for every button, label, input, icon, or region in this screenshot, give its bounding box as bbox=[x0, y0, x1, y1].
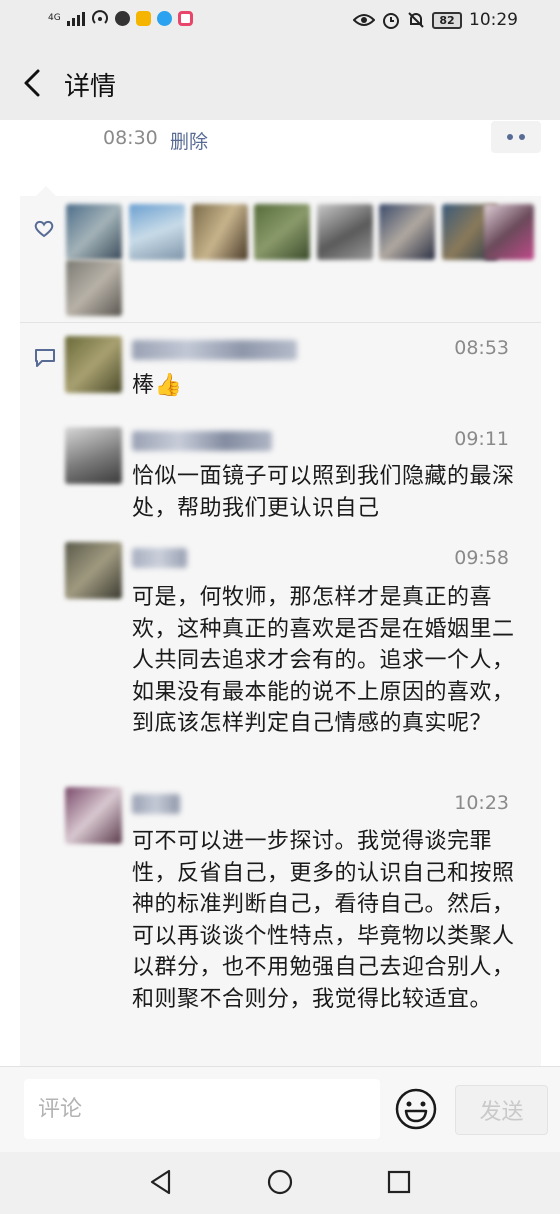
liker-avatar[interactable] bbox=[484, 204, 534, 260]
signal-icon bbox=[66, 10, 85, 26]
comment-bubble-icon bbox=[35, 349, 55, 367]
chevron-left-icon bbox=[24, 69, 40, 97]
emoji-icon[interactable] bbox=[394, 1087, 438, 1131]
liker-avatar[interactable] bbox=[66, 260, 122, 316]
liker-avatar[interactable] bbox=[379, 204, 435, 260]
mute-bell-icon bbox=[408, 12, 424, 28]
comment-input[interactable] bbox=[24, 1079, 380, 1139]
commenter-avatar[interactable] bbox=[65, 542, 122, 599]
post-meta: 08:30 删除 bbox=[0, 120, 560, 186]
commenter-avatar[interactable] bbox=[65, 787, 122, 844]
battery-icon: 82 bbox=[432, 11, 462, 29]
page-title: 详情 bbox=[64, 72, 117, 102]
app-notification-icon bbox=[156, 10, 172, 26]
comment-text: 可是，何牧师，那怎样才是真正的喜欢，这种真正的喜欢是否是在婚姻里二人共同去追求才… bbox=[132, 585, 515, 736]
eye-icon bbox=[353, 14, 375, 26]
commenter-avatar[interactable] bbox=[65, 427, 122, 484]
commenter-name-blurred[interactable] bbox=[132, 340, 297, 360]
commenter-name-blurred[interactable] bbox=[132, 431, 272, 451]
commenter-name-blurred[interactable] bbox=[132, 794, 180, 814]
nav-recents-icon[interactable] bbox=[384, 1167, 414, 1197]
liker-avatar[interactable] bbox=[129, 204, 185, 260]
network-type: 4G bbox=[48, 12, 61, 23]
dot-icon bbox=[519, 134, 525, 140]
divider bbox=[20, 322, 541, 323]
likes-section bbox=[20, 196, 541, 322]
comment-text: 可不可以进一步探讨。我觉得谈完罪性，反省自己，更多的认识自己和按照神的标准判断自… bbox=[132, 829, 515, 1012]
comment-time: 08:53 bbox=[454, 337, 509, 359]
send-button[interactable]: 发送 bbox=[455, 1085, 548, 1135]
commenter-name-blurred[interactable] bbox=[132, 548, 187, 568]
header: 详情 bbox=[0, 44, 560, 120]
liker-avatar[interactable] bbox=[192, 204, 248, 260]
more-options-button[interactable] bbox=[491, 121, 541, 153]
interaction-panel: 08:53 棒👍 09:11 恰似一面镜子可以照到我们隐藏的最深处，帮助我们更认… bbox=[20, 196, 541, 1066]
comment-text: 恰似一面镜子可以照到我们隐藏的最深处，帮助我们更认识自己 bbox=[132, 464, 515, 521]
status-time: 10:29 bbox=[469, 10, 518, 30]
thumbs-up-icon: 👍 bbox=[154, 373, 183, 398]
commenter-avatar[interactable] bbox=[65, 336, 122, 393]
panel-pointer bbox=[36, 186, 56, 196]
liker-avatar[interactable] bbox=[254, 204, 310, 260]
comment-text: 棒👍 bbox=[132, 370, 524, 402]
post-time: 08:30 bbox=[103, 127, 158, 149]
nav-back-icon[interactable] bbox=[146, 1167, 176, 1197]
comment-body: 棒 bbox=[132, 373, 155, 398]
liker-avatar[interactable] bbox=[66, 204, 122, 260]
dot-icon bbox=[507, 134, 513, 140]
nav-home-icon[interactable] bbox=[265, 1167, 295, 1197]
comment-input-bar: 发送 bbox=[0, 1066, 560, 1152]
comment-time: 09:11 bbox=[454, 428, 509, 450]
hotspot-icon bbox=[91, 10, 108, 24]
app-notification-icon bbox=[135, 10, 151, 26]
liker-avatar[interactable] bbox=[317, 204, 373, 260]
comment-time: 10:23 bbox=[454, 792, 509, 814]
heart-icon bbox=[34, 220, 54, 238]
notification-dot-icon bbox=[114, 10, 130, 26]
system-nav-bar bbox=[0, 1152, 560, 1214]
comment-time: 09:58 bbox=[454, 547, 509, 569]
status-bar: 4G 82 10:29 bbox=[0, 0, 560, 44]
back-button[interactable] bbox=[18, 66, 48, 100]
calendar-notification-icon bbox=[177, 10, 193, 26]
alarm-icon bbox=[383, 13, 399, 29]
delete-link[interactable]: 删除 bbox=[170, 127, 208, 154]
